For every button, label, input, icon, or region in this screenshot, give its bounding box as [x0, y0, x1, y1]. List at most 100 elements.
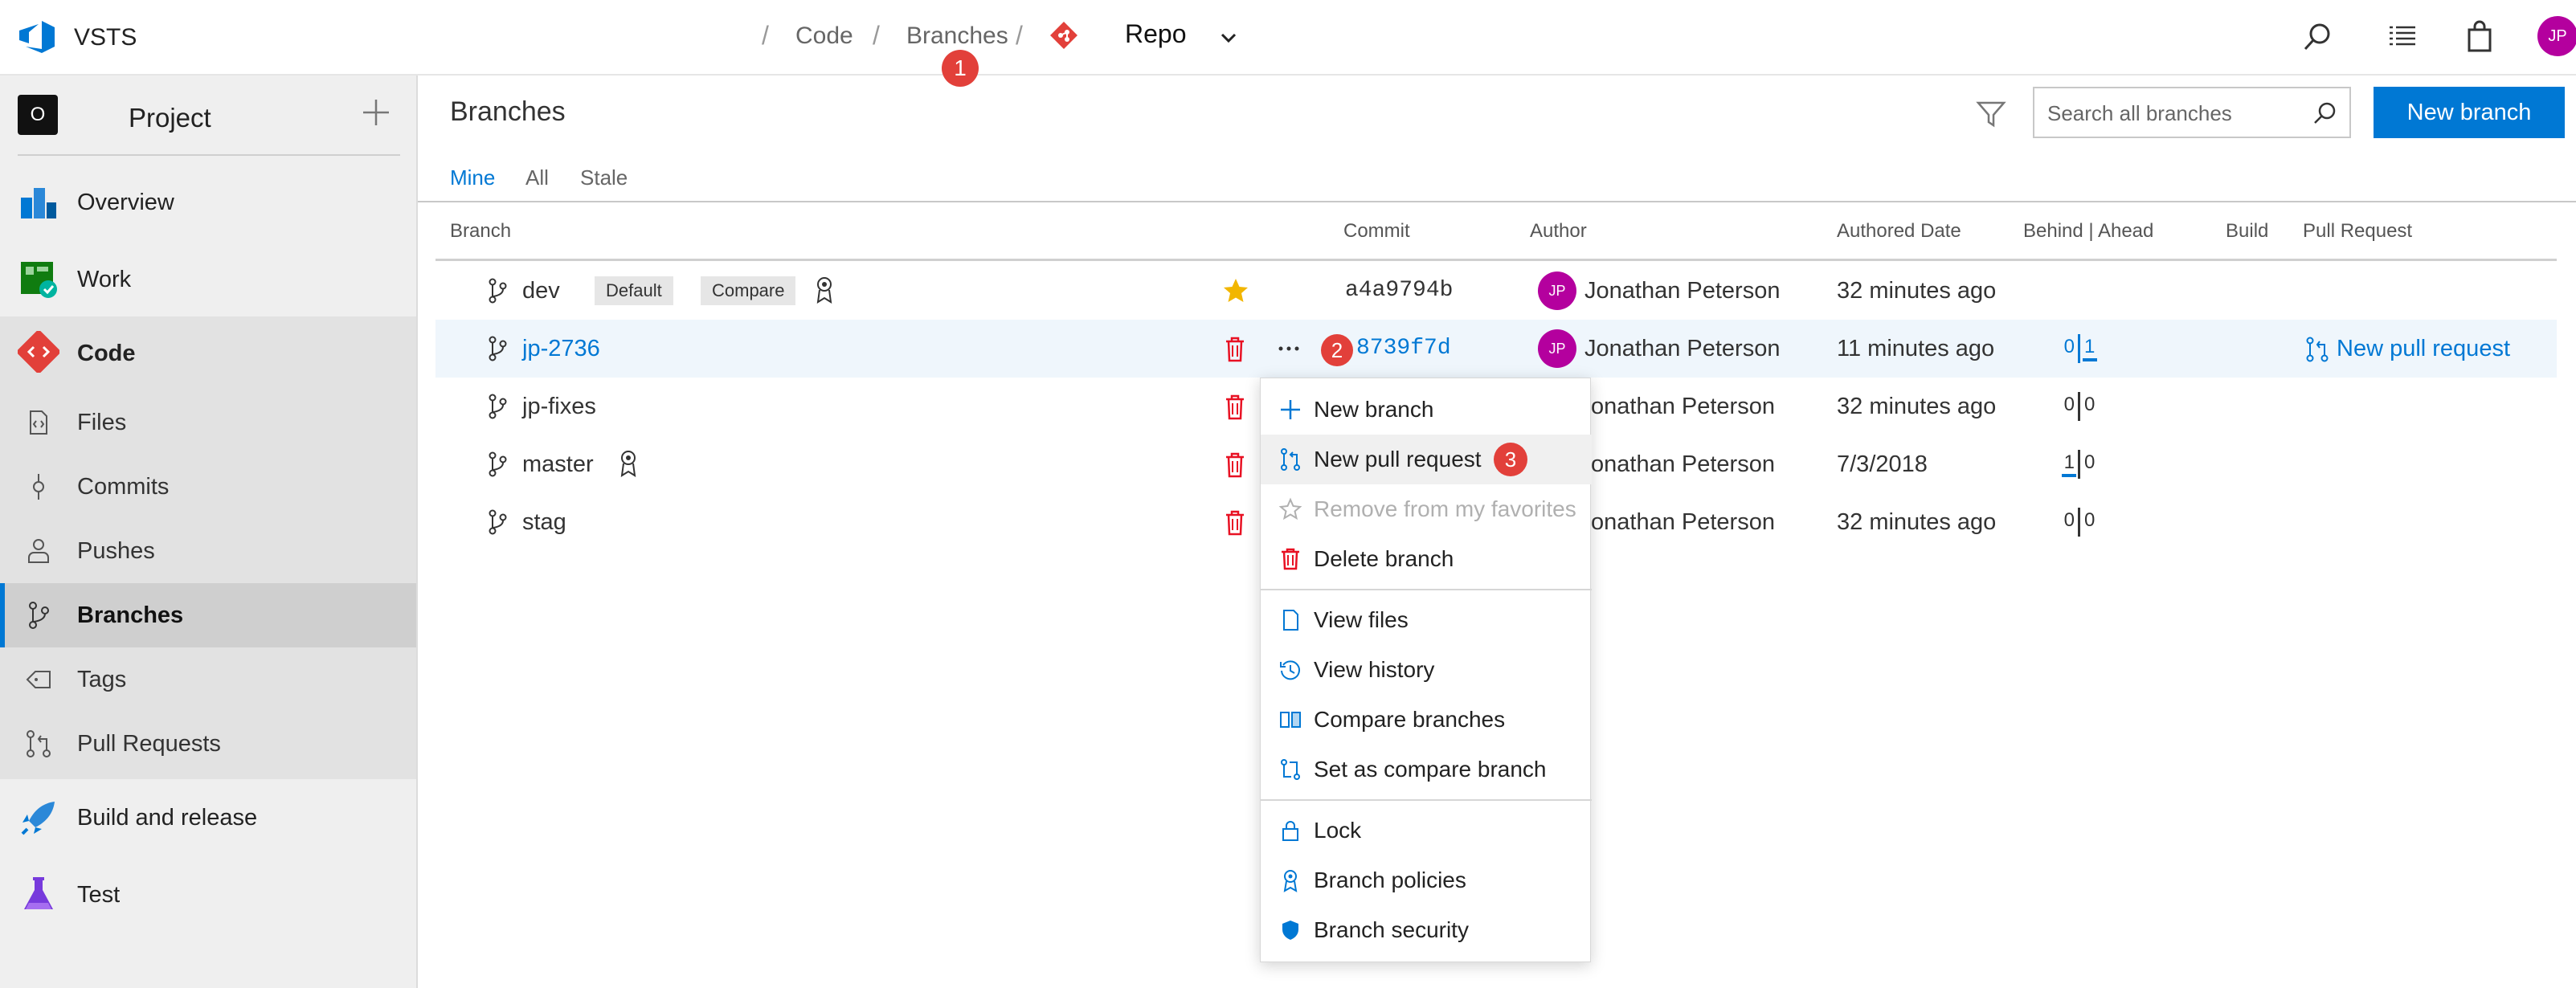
- branch-name[interactable]: dev: [522, 278, 560, 304]
- column-header-build[interactable]: Build: [2226, 220, 2268, 243]
- author-name: onathan Peterson: [1591, 394, 1775, 419]
- menu-item-delete-branch[interactable]: Delete branch: [1261, 534, 1592, 584]
- policy-icon[interactable]: [812, 275, 837, 305]
- table-row[interactable]: dev Default Compare a4a9794b JP Jonathan…: [435, 262, 2557, 320]
- sidebar-item-pushes[interactable]: Pushes: [0, 519, 416, 583]
- project-name[interactable]: Project: [129, 103, 211, 133]
- new-pull-request-link[interactable]: New pull request: [2337, 336, 2510, 362]
- column-header-author[interactable]: Author: [1530, 220, 1587, 243]
- menu-item-lock[interactable]: Lock: [1261, 806, 1592, 855]
- behind-ahead-indicator[interactable]: 0 0: [2039, 389, 2120, 424]
- menu-item-new-pull-request[interactable]: New pull request 3: [1261, 435, 1592, 484]
- authored-date: 32 minutes ago: [1837, 278, 1997, 304]
- branch-context-menu: New branch New pull request 3 Remove fro…: [1260, 378, 1592, 962]
- more-icon[interactable]: [1273, 334, 1305, 363]
- column-header-pull-request[interactable]: Pull Request: [2303, 220, 2412, 243]
- sidebar-item-test[interactable]: Test: [0, 869, 416, 921]
- sidebar-item-code[interactable]: Code: [0, 316, 416, 390]
- star-icon[interactable]: [1221, 276, 1250, 305]
- new-branch-button[interactable]: New branch: [2374, 87, 2565, 138]
- search-input[interactable]: [2047, 98, 2304, 129]
- commit-id[interactable]: 8739f7d: [1356, 336, 1451, 361]
- sidebar-item-work[interactable]: Work: [0, 254, 416, 305]
- behind-ahead-indicator[interactable]: 1 0: [2039, 447, 2120, 482]
- repo-selector[interactable]: Repo: [1125, 19, 1187, 49]
- breadcrumb-code[interactable]: Code: [795, 22, 853, 50]
- sidebar-item-overview[interactable]: Overview: [0, 177, 416, 228]
- policy-icon[interactable]: [615, 448, 641, 479]
- set-compare-icon: [1281, 759, 1300, 780]
- shopping-bag-icon[interactable]: [2462, 19, 2497, 55]
- tab-stale[interactable]: Stale: [580, 165, 628, 190]
- sidebar-item-branches[interactable]: Branches: [0, 583, 416, 647]
- file-icon: [1283, 610, 1298, 631]
- behind-ahead-indicator[interactable]: 0 1: [2039, 331, 2120, 366]
- behind-ahead-indicator[interactable]: 0 0: [2039, 504, 2120, 540]
- branch-name[interactable]: jp-fixes: [522, 394, 596, 420]
- vsts-logo-icon[interactable]: [18, 19, 56, 55]
- sidebar-item-tags[interactable]: Tags: [0, 647, 416, 712]
- trash-icon[interactable]: [1223, 451, 1247, 479]
- search-icon[interactable]: [2300, 19, 2335, 55]
- menu-item-view-history[interactable]: View history: [1261, 645, 1592, 695]
- search-icon[interactable]: [2311, 100, 2338, 127]
- commit-id[interactable]: a4a9794b: [1345, 278, 1453, 303]
- breadcrumb-separator: /: [873, 21, 880, 50]
- list-icon[interactable]: [2385, 19, 2420, 55]
- ahead-count: 1: [2084, 336, 2096, 357]
- compare-icon: [1280, 712, 1301, 728]
- sidebar-item-label: Pull Requests: [77, 730, 221, 757]
- menu-item-branch-security[interactable]: Branch security: [1261, 905, 1592, 955]
- branch-icon: [489, 509, 507, 535]
- branch-name[interactable]: jp-2736: [522, 336, 600, 362]
- plus-icon[interactable]: [358, 95, 394, 130]
- user-avatar[interactable]: JP: [2537, 16, 2576, 56]
- trash-icon[interactable]: [1223, 394, 1247, 421]
- column-header-branch[interactable]: Branch: [450, 220, 511, 243]
- sidebar-item-label: Commits: [77, 473, 170, 500]
- ahead-count: 0: [2084, 509, 2096, 531]
- menu-item-new-branch[interactable]: New branch: [1261, 385, 1592, 435]
- trash-icon[interactable]: [1223, 509, 1247, 537]
- pull-request-icon[interactable]: [2304, 336, 2330, 363]
- sidebar-item-pull-requests[interactable]: Pull Requests: [0, 712, 416, 776]
- sidebar-item-commits[interactable]: Commits: [0, 455, 416, 519]
- branch-name[interactable]: stag: [522, 509, 566, 536]
- menu-item-label: Remove from my favorites: [1314, 496, 1576, 521]
- branch-search-box[interactable]: [2033, 87, 2351, 138]
- menu-item-set-compare-branch[interactable]: Set as compare branch: [1261, 745, 1592, 794]
- column-header-behind-ahead[interactable]: Behind | Ahead: [2023, 220, 2153, 243]
- column-header-commit[interactable]: Commit: [1343, 220, 1410, 243]
- author-name: Jonathan Peterson: [1584, 278, 1781, 304]
- top-bar: VSTS / Code / Branches / Repo 1 JP: [0, 0, 2576, 87]
- branch-icon: [489, 278, 507, 304]
- breadcrumb-branches[interactable]: Branches: [906, 22, 1008, 50]
- sidebar-item-label: Branches: [77, 602, 184, 628]
- sidebar-item-files[interactable]: Files: [0, 390, 416, 455]
- overview-icon: [21, 188, 56, 218]
- tab-all[interactable]: All: [525, 165, 549, 190]
- sidebar: O Project Overview Work Code Files Commi…: [0, 76, 418, 988]
- work-icon: [21, 262, 57, 298]
- project-avatar[interactable]: O: [18, 95, 58, 135]
- trash-icon[interactable]: [1223, 336, 1247, 363]
- column-header-authored-date[interactable]: Authored Date: [1837, 220, 1961, 243]
- menu-item-compare-branches[interactable]: Compare branches: [1261, 695, 1592, 745]
- policy-icon: [1283, 870, 1298, 892]
- code-icon: [18, 331, 59, 373]
- table-row[interactable]: jp-2736 8739f7d JP Jonathan Peterson 11 …: [435, 320, 2557, 378]
- menu-item-label: New pull request: [1314, 447, 1482, 472]
- tab-mine[interactable]: Mine: [450, 165, 495, 190]
- file-icon: [30, 410, 47, 435]
- menu-item-view-files[interactable]: View files: [1261, 595, 1592, 645]
- filter-icon[interactable]: [1973, 96, 2009, 132]
- app-name[interactable]: VSTS: [74, 24, 137, 51]
- sidebar-item-build-release[interactable]: Build and release: [0, 792, 416, 843]
- menu-separator: [1261, 799, 1592, 801]
- branch-name[interactable]: master: [522, 451, 594, 478]
- menu-item-label: Lock: [1314, 818, 1362, 843]
- menu-item-branch-policies[interactable]: Branch policies: [1261, 855, 1592, 905]
- menu-item-remove-favorite: Remove from my favorites: [1261, 484, 1592, 534]
- authored-date: 7/3/2018: [1837, 451, 1928, 477]
- chevron-down-icon[interactable]: [1215, 24, 1242, 51]
